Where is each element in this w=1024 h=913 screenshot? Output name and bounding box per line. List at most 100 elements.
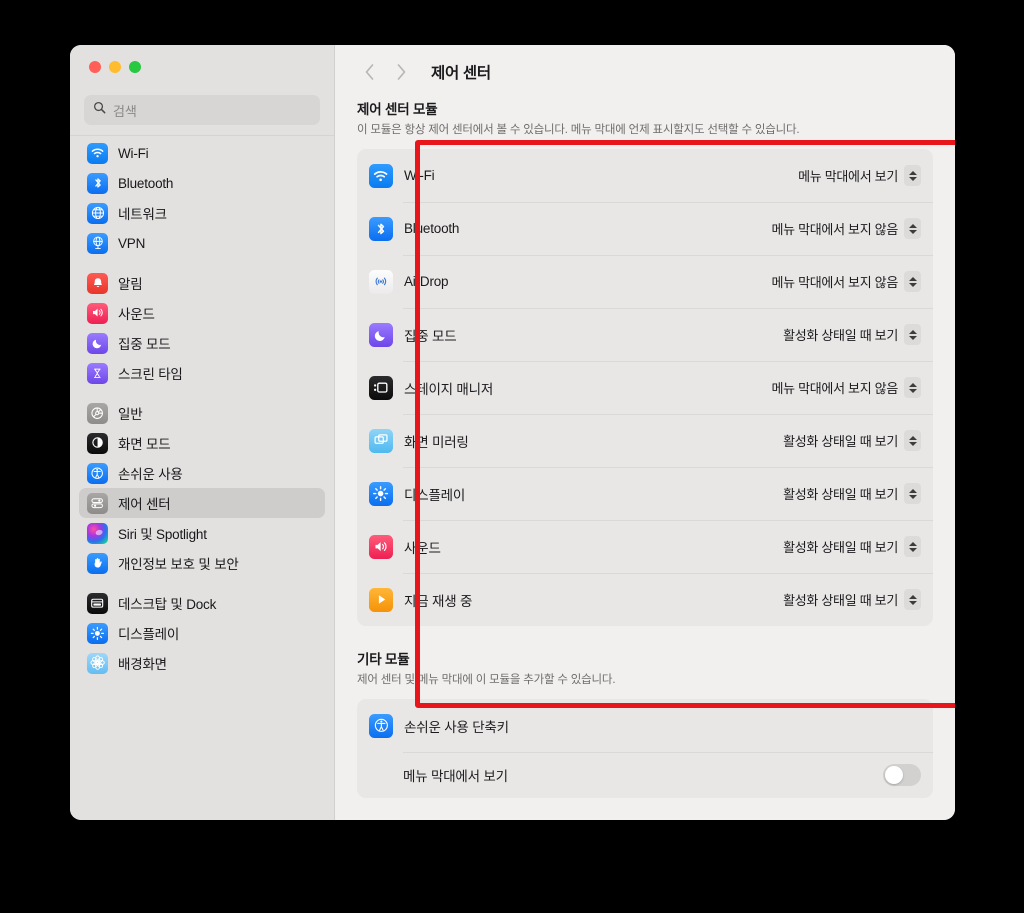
module-visibility-value: 메뉴 막대에서 보지 않음: [771, 222, 898, 237]
control-center-icon: [87, 492, 108, 514]
module-row-label: 스테이지 매니저: [404, 381, 494, 397]
sidebar-item-label: 배경화면: [118, 657, 167, 672]
desktop-dock-icon: [87, 592, 108, 614]
other-module-row-label: 손쉬운 사용 단축키: [404, 719, 509, 735]
wifi-icon: [87, 142, 108, 164]
module-visibility-value: 메뉴 막대에서 보지 않음: [771, 381, 898, 396]
wallpaper-flower-icon: [87, 652, 108, 674]
sidebar-item-wallpaper-flower[interactable]: 배경화면: [79, 648, 325, 678]
sidebar-nav-list[interactable]: Wi-Fi Bluetooth 네트워크 VPN 알림 사운드 집중 모드 스크린 타임일반화…: [70, 135, 334, 820]
accessibility-icon: [369, 713, 393, 738]
module-visibility-popup[interactable]: 메뉴 막대에서 보기: [798, 165, 921, 186]
menu-bar-visibility-row[interactable]: 메뉴 막대에서 보기: [357, 752, 933, 798]
forward-button[interactable]: [385, 57, 417, 87]
sidebar-group-2: 일반화면 모드손쉬운 사용제어 센터 Siri 및 Spotlight 개인정보 보…: [79, 398, 325, 588]
chevron-updown-icon[interactable]: [904, 377, 921, 398]
search-icon: [93, 101, 106, 119]
section2-description: 제어 센터 및 메뉴 막대에 이 모듈을 추가할 수 있습니다.: [357, 674, 616, 686]
menu-bar-visibility-toggle[interactable]: [883, 764, 921, 786]
chevron-updown-icon[interactable]: [904, 218, 921, 239]
wallpaper-flower-icon: [87, 652, 108, 674]
module-row[interactable]: 스테이지 매니저 메뉴 막대에서 보지 않음: [357, 361, 933, 414]
module-row[interactable]: 화면 미러링 활성화 상태일 때 보기: [357, 414, 933, 467]
sidebar-item-general-gear[interactable]: 일반: [79, 398, 325, 428]
module-visibility-value: 활성화 상태일 때 보기: [783, 434, 898, 449]
sidebar-item-control-center[interactable]: 제어 센터: [79, 488, 325, 518]
sidebar-item-desktop-dock[interactable]: 데스크탑 및 Dock: [79, 588, 325, 618]
sidebar-group-3: 데스크탑 및 Dock 디스플레이배경화면: [79, 588, 325, 688]
menu-bar-visibility-toggle-wrap: [883, 764, 921, 786]
zoom-button[interactable]: [129, 61, 141, 73]
module-visibility-value: 활성화 상태일 때 보기: [783, 328, 898, 343]
sidebar-item-privacy-hand[interactable]: 개인정보 보호 및 보안: [79, 548, 325, 578]
minimize-button[interactable]: [109, 61, 121, 73]
module-row[interactable]: 디스플레이 활성화 상태일 때 보기: [357, 467, 933, 520]
module-row[interactable]: 집중 모드 활성화 상태일 때 보기: [357, 308, 933, 361]
sidebar-item-wifi[interactable]: Wi-Fi: [79, 138, 325, 168]
module-row[interactable]: AirDrop 메뉴 막대에서 보지 않음: [357, 255, 933, 308]
sidebar-item-label: 데스크탑 및 Dock: [118, 597, 217, 612]
module-visibility-popup[interactable]: 활성화 상태일 때 보기: [783, 430, 921, 451]
module-row[interactable]: Bluetooth 메뉴 막대에서 보지 않음: [357, 202, 933, 255]
sidebar: 검색 Wi-Fi Bluetooth 네트워크 VPN 알림 사운드 집중 모드 스크린 타임…: [70, 45, 335, 820]
module-visibility-popup[interactable]: 활성화 상태일 때 보기: [783, 324, 921, 345]
sidebar-item-focus-moon[interactable]: 집중 모드: [79, 328, 325, 358]
display-brightness-icon: [87, 622, 108, 644]
module-visibility-popup[interactable]: 메뉴 막대에서 보지 않음: [771, 271, 921, 292]
module-visibility-value: 메뉴 막대에서 보기: [798, 169, 898, 184]
module-visibility-value: 메뉴 막대에서 보지 않음: [771, 275, 898, 290]
chevron-updown-icon[interactable]: [904, 165, 921, 186]
module-visibility-popup[interactable]: 활성화 상태일 때 보기: [783, 536, 921, 557]
bluetooth-icon: [87, 172, 108, 194]
other-module-row[interactable]: 손쉬운 사용 단축키: [357, 699, 933, 752]
screen-time-hourglass-icon: [87, 362, 108, 384]
toggle-knob: [885, 766, 903, 784]
page-title: 제어 센터: [431, 64, 491, 82]
module-visibility-value: 활성화 상태일 때 보기: [783, 487, 898, 502]
module-visibility-popup[interactable]: 활성화 상태일 때 보기: [783, 483, 921, 504]
module-row-label: 사운드: [404, 540, 441, 556]
system-settings-window: 검색 Wi-Fi Bluetooth 네트워크 VPN 알림 사운드 집중 모드 스크린 타임…: [70, 45, 955, 820]
sidebar-item-siri[interactable]: Siri 및 Spotlight: [79, 518, 325, 548]
sidebar-item-network-globe[interactable]: 네트워크: [79, 198, 325, 228]
notifications-bell-icon: [87, 272, 108, 294]
sidebar-item-sound-speaker[interactable]: 사운드: [79, 298, 325, 328]
chevron-updown-icon[interactable]: [904, 271, 921, 292]
sidebar-item-label: 손쉬운 사용: [118, 467, 183, 482]
sidebar-item-vpn[interactable]: VPN: [79, 228, 325, 258]
privacy-hand-icon: [87, 552, 108, 574]
sidebar-item-label: 일반: [118, 407, 143, 422]
module-row-label: 디스플레이: [404, 487, 466, 503]
chevron-updown-icon[interactable]: [904, 324, 921, 345]
module-visibility-popup[interactable]: 메뉴 막대에서 보지 않음: [771, 377, 921, 398]
search-placeholder: 검색: [113, 103, 137, 119]
sidebar-item-display-brightness[interactable]: 디스플레이: [79, 618, 325, 648]
display-brightness-icon: [369, 481, 393, 506]
back-button[interactable]: [353, 57, 385, 87]
chevron-updown-icon[interactable]: [904, 589, 921, 610]
display-brightness-icon: [369, 481, 393, 506]
search-input[interactable]: 검색: [84, 95, 320, 125]
module-row[interactable]: Wi-Fi 메뉴 막대에서 보기: [357, 149, 933, 202]
chevron-updown-icon[interactable]: [904, 430, 921, 451]
sidebar-item-bluetooth[interactable]: Bluetooth: [79, 168, 325, 198]
general-gear-icon: [87, 402, 108, 424]
module-row[interactable]: 사운드 활성화 상태일 때 보기: [357, 520, 933, 573]
module-row[interactable]: 지금 재생 중 활성화 상태일 때 보기: [357, 573, 933, 626]
screen-mirroring-icon: [369, 428, 393, 453]
now-playing-icon: [369, 587, 393, 612]
close-button[interactable]: [89, 61, 101, 73]
screen-time-hourglass-icon: [87, 362, 108, 384]
module-visibility-popup[interactable]: 활성화 상태일 때 보기: [783, 589, 921, 610]
sidebar-item-screen-time-hourglass[interactable]: 스크린 타임: [79, 358, 325, 388]
sidebar-item-appearance-contrast[interactable]: 화면 모드: [79, 428, 325, 458]
sidebar-item-accessibility[interactable]: 손쉬운 사용: [79, 458, 325, 488]
chevron-updown-icon[interactable]: [904, 536, 921, 557]
sidebar-item-notifications-bell[interactable]: 알림: [79, 268, 325, 298]
module-visibility-popup[interactable]: 메뉴 막대에서 보지 않음: [771, 218, 921, 239]
module-row-label: 집중 모드: [404, 328, 457, 344]
sound-speaker-icon: [369, 534, 393, 559]
sidebar-group-1: 알림 사운드 집중 모드 스크린 타임: [79, 268, 325, 398]
chevron-updown-icon[interactable]: [904, 483, 921, 504]
focus-moon-icon: [87, 332, 108, 354]
